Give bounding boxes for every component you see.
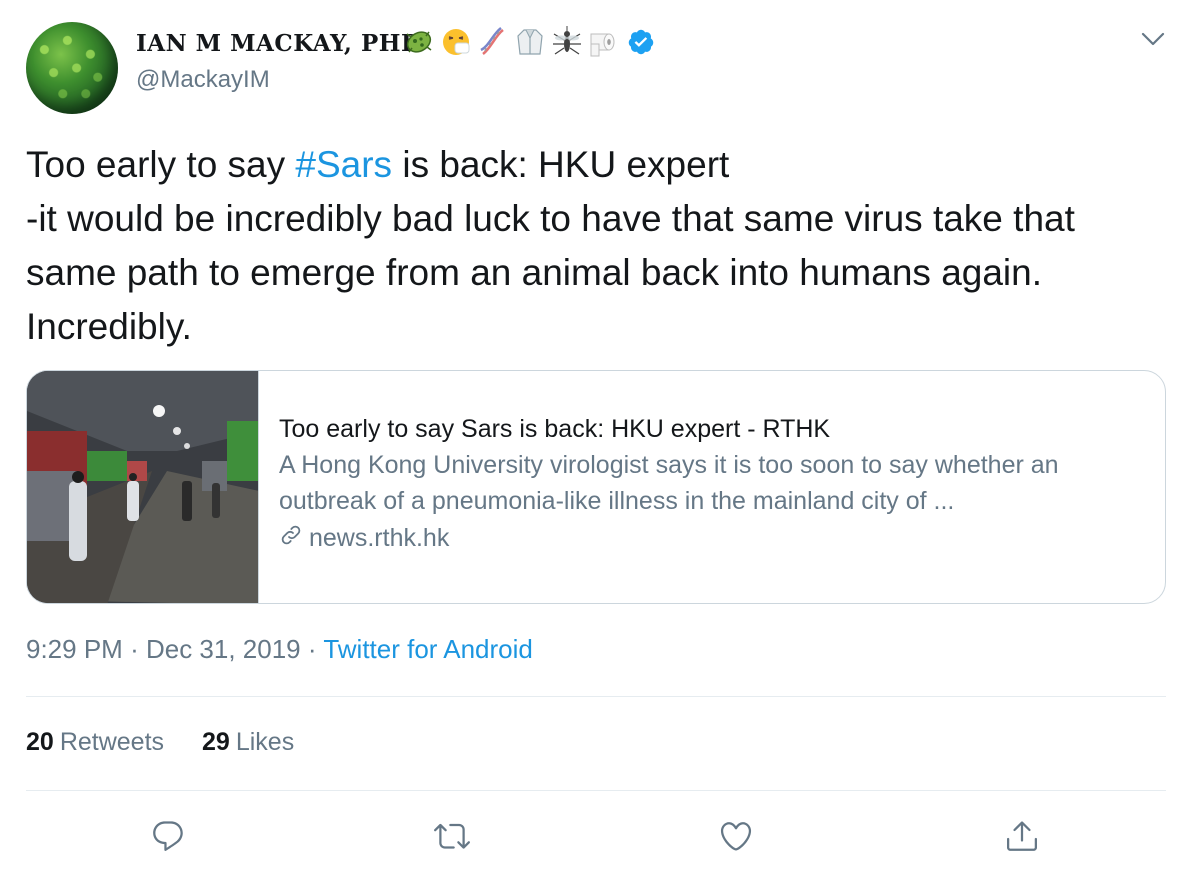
name-emojis (402, 22, 656, 62)
engagement-stats: 20 Retweets 29 Likes (26, 728, 294, 757)
hashtag-link[interactable]: #Sars (295, 144, 392, 185)
microbe-icon (402, 25, 436, 59)
tweet: IAN M MACKAY, PHD @MackayIM Too early to… (0, 0, 1190, 886)
retweets-stat[interactable]: 20 Retweets (26, 728, 164, 757)
divider (26, 790, 1166, 791)
link-card-text: Too early to say Sars is back: HKU exper… (259, 371, 1165, 603)
link-icon (279, 523, 303, 554)
sneezing-face-icon (439, 25, 473, 59)
link-card-image (27, 371, 259, 603)
retweet-button[interactable] (432, 818, 472, 858)
retweets-count: 20 (26, 728, 54, 756)
likes-stat[interactable]: 29 Likes (202, 728, 294, 757)
dna-icon (476, 25, 510, 59)
like-button[interactable] (716, 818, 756, 858)
tweet-meta: 9:29 PM · Dec 31, 2019 · Twitter for And… (26, 634, 533, 665)
lab-coat-icon (513, 25, 547, 59)
tweet-time[interactable]: 9:29 PM (26, 634, 123, 664)
retweets-label: Retweets (59, 728, 165, 756)
link-card-description: A Hong Kong University virologist says i… (279, 451, 1059, 515)
retweet-icon (434, 818, 470, 859)
likes-label: Likes (235, 728, 295, 756)
avatar[interactable] (26, 22, 118, 114)
tweet-date[interactable]: Dec 31, 2019 (146, 634, 301, 664)
link-card-domain-text: news.rthk.hk (309, 524, 450, 552)
link-card[interactable]: Too early to say Sars is back: HKU exper… (26, 370, 1166, 604)
reply-icon (150, 818, 186, 859)
user-handle[interactable]: @MackayIM (136, 66, 270, 94)
display-name[interactable]: IAN M MACKAY, PHD (136, 30, 421, 57)
meta-separator: · (307, 634, 317, 664)
link-card-title: Too early to say Sars is back: HKU exper… (279, 415, 831, 443)
share-icon (1004, 818, 1040, 859)
reply-button[interactable] (148, 818, 188, 858)
share-button[interactable] (1002, 818, 1042, 858)
action-bar (0, 818, 1190, 858)
divider (26, 696, 1166, 697)
verified-badge-icon (626, 27, 656, 57)
likes-count: 29 (202, 728, 230, 756)
tweet-source-link[interactable]: Twitter for Android (323, 634, 533, 664)
toilet-paper-icon (587, 25, 621, 59)
tweet-text: Too early to say #Sars is back: HKU expe… (26, 138, 1166, 354)
mosquito-icon (550, 25, 584, 59)
meta-separator: · (130, 634, 139, 664)
heart-icon (718, 818, 754, 859)
chevron-down-icon[interactable] (1140, 28, 1166, 50)
link-card-domain: news.rthk.hk (279, 523, 1145, 554)
tweet-text-part: Too early to say (26, 144, 296, 185)
